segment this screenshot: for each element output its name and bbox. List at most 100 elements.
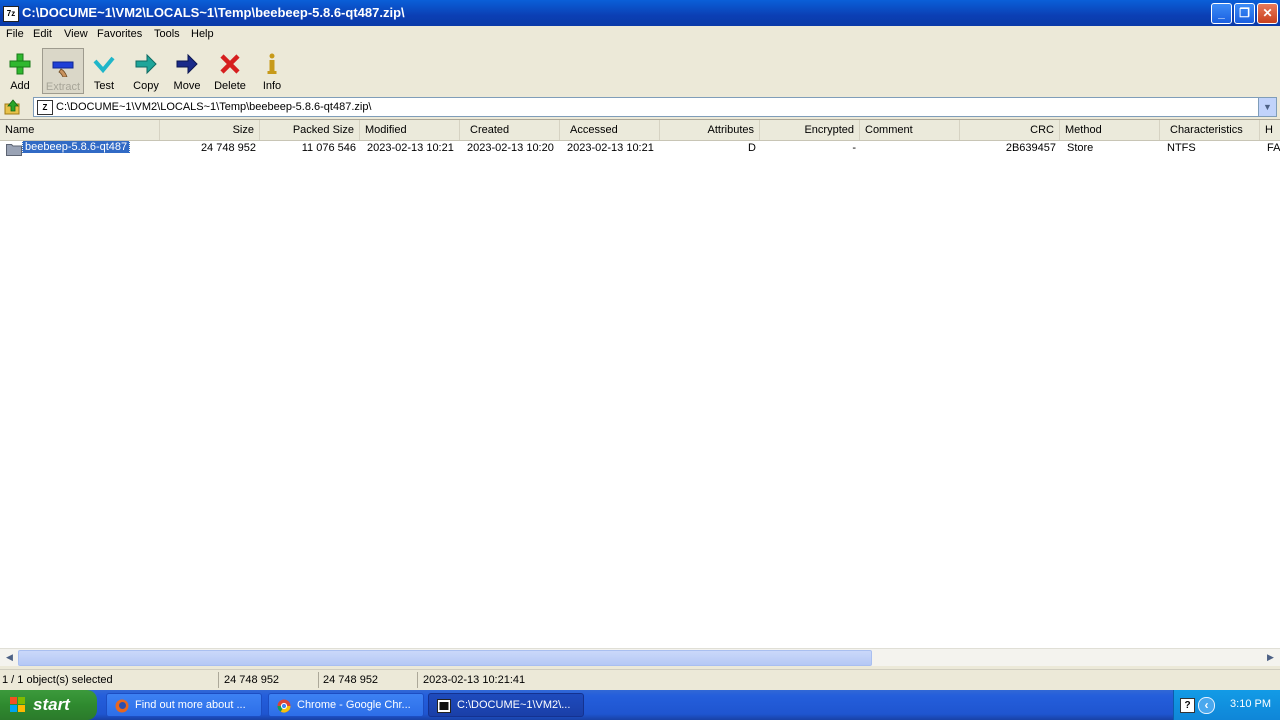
windows-logo-icon	[10, 697, 25, 712]
column-comment[interactable]: Comment	[860, 120, 960, 140]
column-size[interactable]: Size	[160, 120, 260, 140]
close-button[interactable]: ✕	[1257, 3, 1278, 24]
arrow-right-icon	[135, 53, 157, 75]
column-accessed[interactable]: Accessed	[560, 120, 660, 140]
copy-button[interactable]: Copy	[127, 48, 165, 94]
delete-button-label: Delete	[214, 80, 246, 92]
menu-bar: File Edit View Favorites Tools Help	[0, 26, 1280, 44]
row-name[interactable]: beebeep-5.8.6-qt487	[22, 141, 131, 153]
menu-edit[interactable]: Edit	[33, 28, 52, 40]
status-packed-size: 24 748 952	[323, 674, 379, 686]
scroll-right-button[interactable]: ▶	[1263, 650, 1278, 665]
column-created[interactable]: Created	[460, 120, 560, 140]
row-accessed: 2023-02-13 10:21	[567, 142, 654, 154]
column-method[interactable]: Method	[1060, 120, 1160, 140]
address-field[interactable]: Z C:\DOCUME~1\VM2\LOCALS~1\Temp\beebeep-…	[33, 97, 1277, 117]
delete-button[interactable]: Delete	[210, 48, 250, 94]
horizontal-scrollbar[interactable]: ◀ ▶	[0, 648, 1280, 666]
test-button-label: Test	[93, 80, 115, 92]
menu-help[interactable]: Help	[191, 28, 214, 40]
title-bar: 7z C:\DOCUME~1\VM2\LOCALS~1\Temp\beebeep…	[0, 0, 1280, 26]
check-icon	[93, 56, 115, 74]
help-icon[interactable]: ?	[1180, 698, 1195, 713]
sevenzip-icon	[437, 699, 451, 713]
add-button-label: Add	[10, 80, 30, 92]
info-button[interactable]: Info	[254, 48, 290, 94]
status-selection: 1 / 1 object(s) selected	[2, 674, 113, 686]
row-created: 2023-02-13 10:20	[467, 142, 554, 154]
table-row[interactable]: beebeep-5.8.6-qt487 24 748 952 11 076 54…	[0, 140, 1280, 158]
scroll-thumb[interactable]	[18, 650, 872, 666]
scroll-left-button[interactable]: ◀	[2, 650, 17, 665]
extract-button-label: Extract	[45, 81, 81, 93]
status-separator	[218, 672, 219, 688]
list-header: Name Size Packed Size Modified Created A…	[0, 120, 1280, 141]
x-icon	[220, 54, 240, 74]
maximize-button[interactable]: ❐	[1234, 3, 1255, 24]
move-button-label: Move	[173, 80, 201, 92]
row-host-os: FA	[1267, 142, 1280, 154]
row-method: Store	[1067, 142, 1094, 154]
file-list: Name Size Packed Size Modified Created A…	[0, 119, 1280, 650]
row-crc: 2B639457	[1005, 142, 1056, 154]
row-encrypted: -	[852, 142, 856, 154]
column-modified[interactable]: Modified	[360, 120, 460, 140]
status-separator	[417, 672, 418, 688]
row-attributes: D	[748, 142, 756, 154]
system-tray: ? ‹ 3:10 PM	[1173, 690, 1280, 720]
start-label: start	[33, 695, 70, 714]
toolbar: Add Extract Test Copy Move Delete Info	[0, 44, 1280, 97]
taskbar-item-firefox[interactable]: Find out more about ...	[106, 693, 262, 717]
clock: 3:10 PM	[1230, 698, 1271, 710]
address-path: C:\DOCUME~1\VM2\LOCALS~1\Temp\beebeep-5.…	[56, 101, 372, 113]
firefox-icon	[115, 699, 129, 713]
menu-file[interactable]: File	[6, 28, 24, 40]
status-size: 24 748 952	[224, 674, 280, 686]
row-name-cell: beebeep-5.8.6-qt487	[22, 141, 131, 153]
extract-button[interactable]: Extract	[42, 48, 84, 94]
column-name[interactable]: Name	[0, 120, 160, 140]
row-packed-size: 11 076 546	[301, 142, 356, 154]
address-dropdown-button[interactable]: ▼	[1258, 98, 1276, 116]
minimize-button[interactable]: _	[1211, 3, 1232, 24]
column-encrypted[interactable]: Encrypted	[760, 120, 860, 140]
start-button[interactable]: start	[0, 690, 97, 720]
column-packed-size[interactable]: Packed Size	[260, 120, 360, 140]
add-button[interactable]: Add	[2, 48, 38, 94]
taskbar-item-chrome[interactable]: Chrome - Google Chr...	[268, 693, 424, 717]
column-attributes[interactable]: Attributes	[660, 120, 760, 140]
window-title: C:\DOCUME~1\VM2\LOCALS~1\Temp\beebeep-5.…	[22, 5, 405, 20]
plus-icon	[9, 53, 31, 75]
column-crc[interactable]: CRC	[960, 120, 1060, 140]
menu-tools[interactable]: Tools	[154, 28, 180, 40]
zip-archive-icon: Z	[37, 100, 53, 115]
sevenzip-app-icon: 7z	[3, 6, 19, 22]
folder-up-icon[interactable]	[4, 98, 22, 116]
column-characteristics[interactable]: Characteristics	[1160, 120, 1260, 140]
test-button[interactable]: Test	[86, 48, 122, 94]
row-modified: 2023-02-13 10:21	[367, 142, 454, 154]
address-bar: Z C:\DOCUME~1\VM2\LOCALS~1\Temp\beebeep-…	[0, 96, 1280, 118]
info-button-label: Info	[262, 80, 282, 92]
copy-button-label: Copy	[133, 80, 159, 92]
arrow-right-dark-icon	[176, 53, 198, 75]
taskbar-item-label: Find out more about ...	[135, 699, 246, 711]
taskbar-item-label: Chrome - Google Chr...	[297, 699, 411, 711]
minus-icon	[52, 61, 74, 77]
menu-favorites[interactable]: Favorites	[97, 28, 142, 40]
taskbar-item-label: C:\DOCUME~1\VM2\...	[457, 699, 571, 711]
folder-icon	[6, 144, 22, 156]
menu-view[interactable]: View	[64, 28, 88, 40]
status-separator	[318, 672, 319, 688]
status-modified: 2023-02-13 10:21:41	[423, 674, 526, 686]
move-button[interactable]: Move	[168, 48, 206, 94]
taskbar-item-7zip[interactable]: C:\DOCUME~1\VM2\...	[428, 693, 584, 717]
row-size: 24 748 952	[200, 142, 256, 154]
show-hidden-icons-button[interactable]: ‹	[1198, 697, 1215, 714]
taskbar: start Find out more about ... Chrome - G…	[0, 690, 1280, 720]
status-bar: 1 / 1 object(s) selected 24 748 952 24 7…	[0, 669, 1280, 691]
row-characteristics: NTFS	[1167, 142, 1196, 154]
column-host-os[interactable]: H	[1260, 120, 1280, 140]
info-icon	[267, 53, 277, 74]
chrome-icon	[277, 699, 291, 713]
